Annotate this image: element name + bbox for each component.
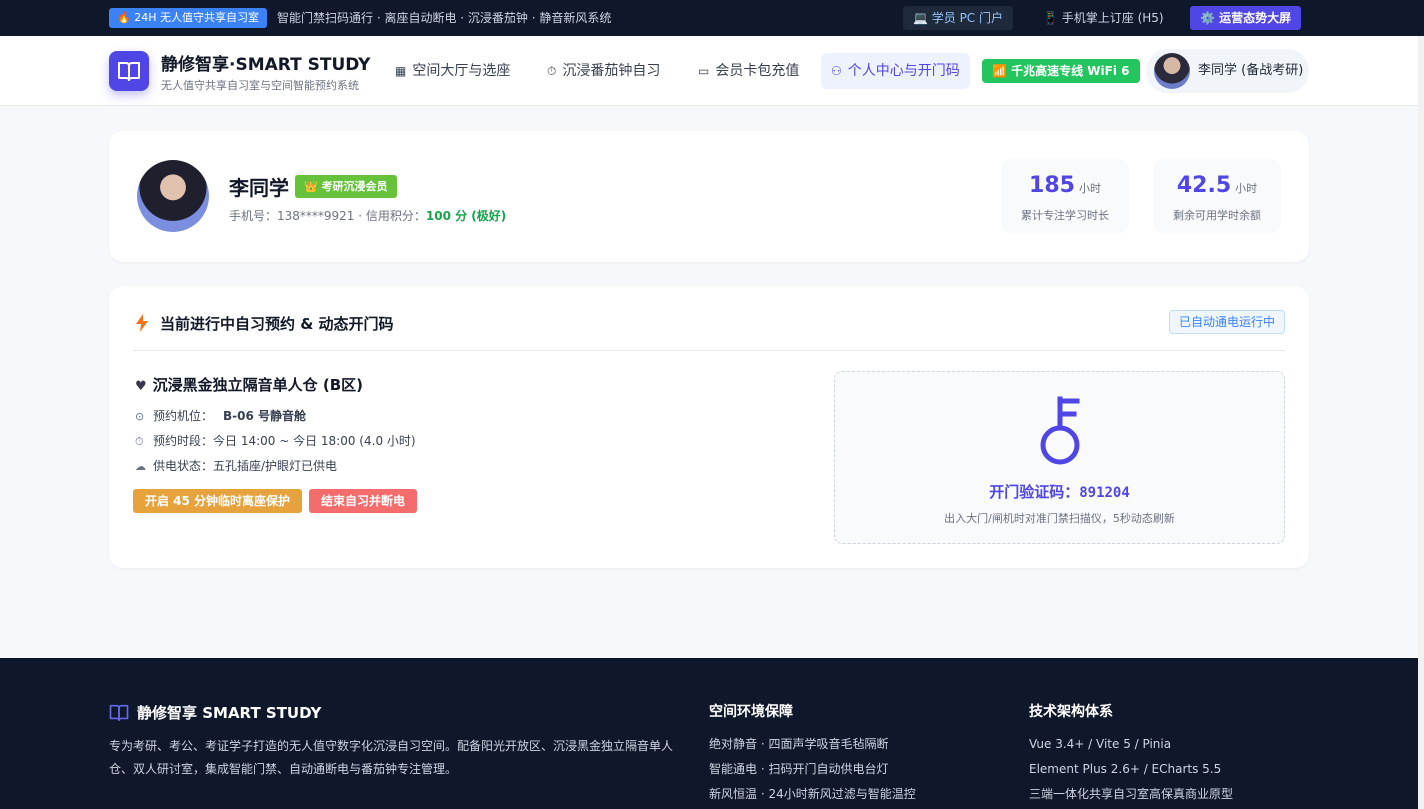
stat-unit: 小时 — [1078, 182, 1101, 195]
avatar — [1154, 53, 1190, 89]
power-row: ☁ 供电状态：五孔插座/护眼灯已供电 — [135, 457, 337, 474]
profile-meta: 手机号：138****9921 · 信用积分：100 分 (极好) — [229, 207, 506, 224]
door-code-hint: 出入大门/闸机时对准门禁扫描仪，5秒动态刷新 — [944, 512, 1175, 525]
booking-title: 当前进行中自习预约 & 动态开门码 — [160, 315, 394, 333]
power-value: 五孔插座/护眼灯已供电 — [213, 459, 338, 473]
profile-avatar — [137, 160, 209, 232]
leave-protection-button[interactable]: 开启 45 分钟临时离座保护 — [133, 489, 303, 513]
member-badge: 👑 考研沉浸会员 — [295, 175, 397, 198]
seat-value: B-06 号静音舱 — [223, 409, 307, 423]
key-icon — [1040, 396, 1080, 465]
announcement-ticker: 智能门禁扫码通行 · 离座自动断电 · 沉浸番茄钟 · 静音新风系统 🔥 24H… — [109, 8, 669, 28]
user-menu[interactable]: 李同学 (备战考研) — [1146, 49, 1309, 93]
power-label: 供电状态： — [153, 459, 214, 473]
ops-screen-button[interactable]: ⚙️ 运营态势大屏 — [1190, 6, 1302, 30]
nav-personal-center[interactable]: ⚇ 个人中心与开门码 — [821, 53, 970, 89]
heart-icon: ♥ — [135, 379, 147, 394]
profile-card: 李同学 👑 考研沉浸会员 手机号：138****9921 · 信用积分：100 … — [109, 131, 1309, 262]
stat-unit: 小时 — [1235, 182, 1258, 195]
footer-item: Element Plus 2.6+ / ECharts 5.5 — [1029, 762, 1222, 776]
brand-subtitle: 无人值守共享自习室与空间智能预约系统 — [161, 79, 359, 92]
scrollbar[interactable] — [1418, 36, 1424, 809]
footer-column-tech: 技术架构体系 Vue 3.4+ / Vite 5 / Pinia Element… — [1029, 701, 1233, 807]
footer-description: 专为考研、考公、考证学子打造的无人值守数字化沉浸自习空间。配备阳光开放区、沉浸黑… — [109, 739, 674, 776]
lightning-icon — [136, 314, 148, 332]
location-pin-icon: ⊙ — [135, 410, 145, 423]
credit-score: 100 分 (极好) — [425, 209, 507, 223]
nav-label: 沉浸番茄钟自习 — [562, 63, 661, 79]
footer-item: 智能通电 · 扫码开门自动供电台灯 — [709, 762, 889, 776]
announcement-text: 智能门禁扫码通行 · 离座自动断电 · 沉浸番茄钟 · 静音新风系统 — [277, 11, 612, 25]
nav-pomodoro[interactable]: ⏱ 沉浸番茄钟自习 — [537, 53, 670, 89]
seat-row: ⊙ 预约机位： B-06 号静音舱 — [135, 407, 306, 424]
h5-booking-link[interactable]: 📱 手机掌上订座 (H5) — [1033, 6, 1174, 30]
door-code-panel: 开门验证码：891204 出入大门/闸机时对准门禁扫描仪，5秒动态刷新 — [834, 371, 1285, 544]
nav-label: 空间大厅与选座 — [412, 63, 511, 79]
pc-portal-link[interactable]: 💻 学员 PC 门户 — [903, 6, 1014, 30]
announcement-badge: 🔥 24H 无人值守共享自习室 — [109, 8, 267, 28]
stat-label: 剩余可用学时余额 — [1173, 209, 1261, 222]
profile-name: 李同学 — [229, 176, 289, 200]
book-icon — [118, 62, 140, 81]
phone-and-credit-label: 手机号：138****9921 · 信用积分： — [229, 209, 426, 223]
footer-column-title: 技术架构体系 — [1029, 704, 1113, 720]
door-code-value: 891204 — [1079, 485, 1130, 501]
stat-label: 累计专注学习时长 — [1021, 209, 1109, 222]
top-announcement-bar: 智能门禁扫码通行 · 离座自动断电 · 沉浸番茄钟 · 静音新风系统 🔥 24H… — [0, 0, 1424, 36]
brand-logo[interactable] — [109, 51, 149, 91]
card-icon: ▭ — [698, 64, 710, 78]
seat-label: 预约机位： — [153, 409, 214, 423]
user-icon: ⚇ — [831, 64, 842, 78]
footer-column-title: 空间环境保障 — [709, 704, 793, 720]
room-name: ♥ 沉浸黑金独立隔音单人仓 (B区) — [135, 374, 363, 395]
stat-value: 185 — [1029, 173, 1075, 198]
nav-space-hall[interactable]: ▦ 空间大厅与选座 — [385, 53, 520, 89]
brand-title: 静修智享·SMART STUDY — [161, 55, 371, 75]
grid-icon: ▦ — [395, 64, 407, 78]
power-icon: ☁ — [135, 460, 146, 473]
wifi-badge: 📶 千兆高速专线 WiFi 6 — [982, 59, 1140, 83]
book-icon — [109, 704, 129, 721]
footer-item: 三端一体化共享自习室高保真商业原型 — [1029, 787, 1234, 801]
stat-value: 42.5 — [1176, 173, 1232, 198]
timer-icon: ⏱ — [547, 64, 557, 78]
time-label: 预约时段： — [153, 434, 214, 448]
timer-icon: ⏱ — [135, 435, 144, 448]
time-row: ⏱ 预约时段：今日 14:00 ~ 今日 18:00 (4.0 小时) — [135, 432, 416, 449]
stat-total-hours: 185 小时 累计专注学习时长 — [1001, 159, 1129, 233]
end-session-button[interactable]: 结束自习并断电 — [309, 489, 418, 513]
room-name-text: 沉浸黑金独立隔音单人仓 (B区) — [152, 376, 364, 394]
footer-item: 绝对静音 · 四面声学吸音毛毡隔断 — [709, 737, 889, 751]
footer-item: Vue 3.4+ / Vite 5 / Pinia — [1029, 737, 1172, 751]
footer-item: 新风恒温 · 24小时新风过滤与智能温控 — [709, 787, 916, 801]
footer-column-environment: 空间环境保障 绝对静音 · 四面声学吸音毛毡隔断 智能通电 · 扫码开门自动供电… — [709, 701, 916, 807]
status-badge: 已自动通电运行中 — [1168, 310, 1285, 334]
footer: 静修智享 SMART STUDY 专为考研、考公、考证学子打造的无人值守数字化沉… — [0, 658, 1418, 809]
time-value: 今日 14:00 ~ 今日 18:00 (4.0 小时) — [213, 434, 416, 448]
nav-membership-card[interactable]: ▭ 会员卡包充值 — [688, 53, 809, 89]
user-name: 李同学 (备战考研) — [1198, 63, 1304, 78]
nav-label: 会员卡包充值 — [715, 63, 800, 79]
footer-brand-text: 静修智享 SMART STUDY — [137, 704, 322, 722]
door-code-label: 开门验证码： — [989, 483, 1080, 501]
door-code: 开门验证码：891204 — [835, 481, 1284, 502]
booking-card: 当前进行中自习预约 & 动态开门码 已自动通电运行中 ♥ 沉浸黑金独立隔音单人仓 … — [109, 286, 1309, 568]
stat-remaining-hours: 42.5 小时 剩余可用学时余额 — [1153, 159, 1281, 233]
footer-brand: 静修智享 SMART STUDY — [109, 702, 321, 723]
nav-label: 个人中心与开门码 — [847, 63, 960, 79]
divider — [133, 350, 1285, 351]
main-header: 静修智享·SMART STUDY 无人值守共享自习室与空间智能预约系统 ▦ 空间大… — [0, 36, 1418, 106]
